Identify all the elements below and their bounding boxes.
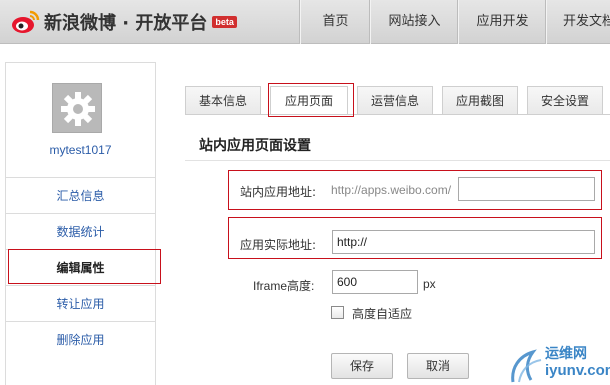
- tab-basic-info[interactable]: 基本信息: [185, 86, 261, 115]
- tab-security[interactable]: 安全设置: [527, 86, 603, 115]
- avatar: [52, 83, 102, 133]
- tab-bar: 基本信息 应用页面 运营信息 应用截图 安全设置: [185, 86, 610, 115]
- gear-icon: [61, 92, 95, 126]
- sidebar: mytest1017 汇总信息 数据统计 编辑属性 转让应用 删除应用: [5, 62, 156, 385]
- nav-dev-docs[interactable]: 开发文档: [546, 0, 610, 44]
- nav-home[interactable]: 首页: [300, 0, 370, 44]
- save-button[interactable]: 保存: [331, 353, 393, 379]
- site-title: 新浪微博 · 开放平台: [44, 13, 208, 34]
- site-url-prefix: http://apps.weibo.com/: [331, 183, 452, 197]
- auto-height-checkbox[interactable]: [331, 306, 344, 319]
- real-url-label: 应用实际地址:: [240, 238, 317, 252]
- tab-screenshots[interactable]: 应用截图: [442, 86, 518, 115]
- sidebar-highlight-box: [8, 249, 161, 284]
- site-url-label: 站内应用地址:: [240, 185, 317, 199]
- beta-badge: beta: [212, 16, 237, 28]
- top-header: 新浪微博 · 开放平台 beta 首页 网站接入 应用开发 开发文档: [0, 0, 610, 44]
- tab-operations[interactable]: 运营信息: [357, 86, 433, 115]
- section-divider: [185, 160, 610, 161]
- top-nav: 首页 网站接入 应用开发 开发文档: [300, 0, 610, 44]
- section-title: 站内应用页面设置: [199, 138, 311, 154]
- username-link[interactable]: mytest1017: [6, 143, 155, 157]
- site-url-input[interactable]: [458, 177, 595, 201]
- sidebar-item-summary[interactable]: 汇总信息: [6, 177, 155, 213]
- nav-app-dev[interactable]: 应用开发: [458, 0, 546, 44]
- weibo-eye-icon: [10, 8, 40, 36]
- watermark-domain: iyunv.com: [545, 362, 610, 379]
- nav-site-access[interactable]: 网站接入: [370, 0, 458, 44]
- iframe-height-label: Iframe高度:: [253, 279, 315, 293]
- auto-height-label: 高度自适应: [352, 307, 413, 321]
- sidebar-item-transfer[interactable]: 转让应用: [6, 285, 155, 321]
- tab-divider: [185, 114, 610, 115]
- sidebar-item-delete[interactable]: 删除应用: [6, 321, 155, 357]
- weibo-logo[interactable]: 新浪微博 · 开放平台 beta: [10, 8, 237, 36]
- cancel-button[interactable]: 取消: [407, 353, 469, 379]
- sidebar-item-stats[interactable]: 数据统计: [6, 213, 155, 249]
- iframe-height-input[interactable]: [332, 270, 418, 294]
- tab-highlight-box: [268, 83, 354, 117]
- iframe-unit: px: [423, 277, 436, 291]
- real-url-input[interactable]: [332, 230, 595, 254]
- watermark-title: 运维网: [545, 346, 587, 362]
